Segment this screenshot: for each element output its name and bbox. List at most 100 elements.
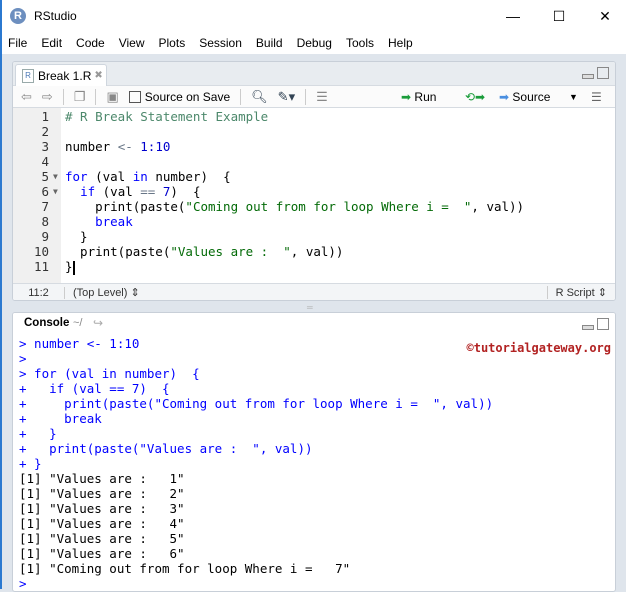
- console-output-line: [1] "Values are : 5": [19, 531, 185, 546]
- source-button[interactable]: ➡ Source: [499, 90, 550, 104]
- console-input-line: + }: [19, 426, 57, 441]
- code-text: print(paste("Coming out from for loop Wh…: [65, 199, 524, 214]
- console-output-line: [1] "Values are : 2": [19, 486, 185, 501]
- run-arrow-icon: ➡: [401, 89, 412, 104]
- code-text: }: [65, 259, 75, 275]
- tab-break-1-r[interactable]: R Break 1.R ✖: [15, 64, 107, 86]
- code-token: }: [65, 259, 73, 274]
- code-token: 7: [155, 184, 171, 199]
- menu-edit[interactable]: Edit: [41, 36, 62, 50]
- console-input-line: >: [19, 351, 27, 366]
- console-pane: Console ~/ ↪ ©tutorialgateway.org > numb…: [12, 312, 616, 592]
- run-button[interactable]: ➡ Run: [401, 90, 436, 104]
- text-cursor: [72, 260, 75, 275]
- back-icon[interactable]: ⇦: [21, 89, 32, 105]
- minimize-console-button[interactable]: [582, 325, 594, 330]
- console-output-line: [1] "Values are : 1": [19, 471, 185, 486]
- maximize-console-button[interactable]: [597, 318, 609, 330]
- code-token: print(paste(: [65, 244, 171, 259]
- cursor-position: 11:2: [13, 286, 65, 299]
- maximize-pane-button[interactable]: [597, 67, 609, 79]
- console-title: Console: [24, 317, 70, 329]
- code-token: for: [65, 169, 88, 184]
- code-token: "Values are : ": [170, 244, 291, 259]
- minimize-pane-button[interactable]: [582, 74, 594, 79]
- code-line: 2: [13, 124, 615, 139]
- console-input-line: + print(paste("Values are : ", val)): [19, 441, 313, 456]
- compile-report-icon[interactable]: ☰: [316, 89, 328, 105]
- code-token: break: [95, 214, 133, 229]
- code-line: 7 print(paste("Coming out from for loop …: [13, 199, 615, 214]
- outline-icon[interactable]: ☰: [591, 90, 602, 104]
- code-token: number: [65, 139, 118, 154]
- code-editor[interactable]: 1 # R Break Statement Example 2 3 number <- …: [13, 108, 615, 283]
- menu-plots[interactable]: Plots: [159, 36, 186, 50]
- app-title: RStudio: [34, 9, 77, 23]
- go-to-directory-icon[interactable]: ↪: [93, 316, 103, 330]
- console-input-line: + if (val == 7) {: [19, 381, 170, 396]
- code-token: , val)): [290, 244, 344, 259]
- menu-view[interactable]: View: [119, 36, 145, 50]
- pane-splitter[interactable]: ═: [307, 303, 313, 312]
- code-text: number <- 1:10: [65, 139, 170, 154]
- line-number: 3: [41, 139, 49, 154]
- save-icon[interactable]: ▣: [106, 89, 118, 105]
- source-on-save-label: Source on Save: [144, 89, 231, 104]
- maximize-button[interactable]: ☐: [536, 0, 582, 32]
- code-token: , val)): [471, 199, 525, 214]
- code-line: 8 break: [13, 214, 615, 229]
- fold-icon[interactable]: ▼: [53, 184, 58, 199]
- code-text: }: [65, 229, 88, 244]
- code-line: 3 number <- 1:10: [13, 139, 615, 154]
- line-number: 8: [41, 214, 49, 229]
- scope-selector[interactable]: (Top Level) ⇕: [73, 286, 140, 299]
- code-token: # R Break Statement Example: [65, 109, 269, 124]
- code-line: 4: [13, 154, 615, 169]
- close-tab-icon[interactable]: ✖: [94, 70, 102, 81]
- file-type-selector[interactable]: R Script ⇕: [546, 286, 607, 299]
- code-token: if: [80, 184, 96, 199]
- rerun-icon[interactable]: ⟲➡: [465, 90, 485, 104]
- source-arrow-icon: ➡: [499, 89, 510, 104]
- console-input-line: > number <- 1:10: [19, 336, 140, 351]
- line-number: 1: [41, 109, 49, 124]
- source-dropdown-icon[interactable]: ▼: [569, 92, 578, 102]
- line-number: 7: [41, 199, 49, 214]
- forward-icon[interactable]: ⇨: [42, 89, 53, 105]
- code-token: ==: [140, 184, 156, 199]
- line-number: 10: [33, 244, 49, 259]
- line-number: 9: [41, 229, 49, 244]
- fold-icon[interactable]: ▼: [53, 169, 58, 184]
- close-button[interactable]: ✕: [582, 0, 626, 32]
- menu-debug[interactable]: Debug: [297, 36, 332, 50]
- code-line: 5 ▼ for (val in number) {: [13, 169, 615, 184]
- code-token: (val: [95, 184, 141, 199]
- menu-code[interactable]: Code: [76, 36, 105, 50]
- search-icon[interactable]: 🔍︎: [251, 89, 268, 105]
- console-output-line: [1] "Coming out from for loop Where i = …: [19, 561, 351, 576]
- code-text: if (val == 7) {: [65, 184, 201, 199]
- menu-build[interactable]: Build: [256, 36, 283, 50]
- show-in-window-icon[interactable]: ❐: [74, 89, 86, 105]
- source-on-save-checkbox[interactable]: Source on Save: [128, 89, 231, 104]
- code-text: break: [65, 214, 133, 229]
- minimize-button[interactable]: —: [490, 0, 536, 32]
- source-pane: R Break 1.R ✖ ⇦ ⇨ ❐ ▣ Source on Save 🔍︎ …: [12, 61, 616, 301]
- code-tools-wand-icon[interactable]: ✎▾: [278, 89, 295, 105]
- console-output-line: [1] "Values are : 4": [19, 516, 185, 531]
- editor-status-bar: 11:2 (Top Level) ⇕ R Script ⇕: [13, 283, 615, 300]
- menu-session[interactable]: Session: [199, 36, 242, 50]
- menu-bar: File Edit Code View Plots Session Build …: [2, 32, 626, 54]
- menu-file[interactable]: File: [8, 36, 27, 50]
- code-token: 1:10: [132, 139, 171, 154]
- code-line: 1 # R Break Statement Example: [13, 109, 615, 124]
- code-token: "Coming out from for loop Where i = ": [185, 199, 472, 214]
- console-input-line: + break: [19, 411, 102, 426]
- menu-tools[interactable]: Tools: [346, 36, 374, 50]
- menu-help[interactable]: Help: [388, 36, 413, 50]
- console-output[interactable]: ©tutorialgateway.org > number <- 1:10 > > …: [13, 335, 615, 591]
- code-token: ) {: [170, 184, 201, 199]
- code-token: {: [223, 169, 231, 184]
- r-file-icon: R: [22, 68, 34, 83]
